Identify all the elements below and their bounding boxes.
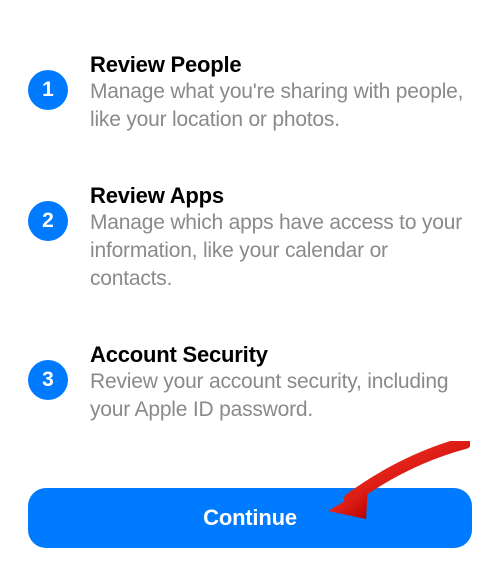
step-account-security: 3 Account Security Review your account s…	[28, 342, 472, 425]
step-text: Review Apps Manage which apps have acces…	[90, 183, 472, 294]
step-review-apps: 2 Review Apps Manage which apps have acc…	[28, 183, 472, 294]
step-title: Review People	[90, 52, 472, 78]
step-review-people: 1 Review People Manage what you're shari…	[28, 52, 472, 135]
step-description: Manage which apps have access to your in…	[90, 209, 472, 294]
onboarding-steps: 1 Review People Manage what you're shari…	[28, 28, 472, 424]
step-title: Review Apps	[90, 183, 472, 209]
step-title: Account Security	[90, 342, 472, 368]
step-description: Manage what you're sharing with people, …	[90, 78, 472, 135]
step-text: Account Security Review your account sec…	[90, 342, 472, 425]
step-text: Review People Manage what you're sharing…	[90, 52, 472, 135]
continue-button[interactable]: Continue	[28, 488, 472, 548]
step-number-badge: 2	[28, 201, 68, 241]
step-number-badge: 3	[28, 360, 68, 400]
step-number-badge: 1	[28, 70, 68, 110]
step-description: Review your account security, including …	[90, 368, 472, 425]
